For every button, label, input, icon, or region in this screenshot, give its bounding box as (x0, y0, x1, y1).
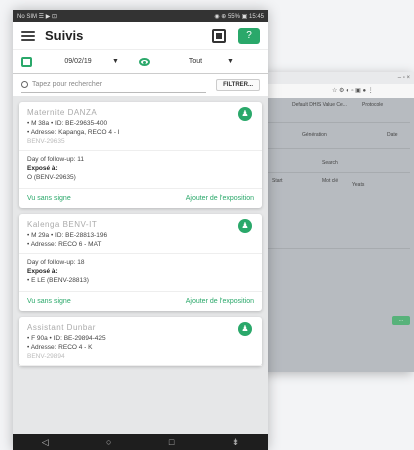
patient-extra: BENV-29635 (27, 138, 65, 145)
eye-icon (138, 57, 150, 66)
chevron-down-icon[interactable]: ▼ (112, 58, 119, 65)
help-button[interactable]: ? (238, 27, 260, 44)
background-content: Default DHIS Value Ce... Protocole Génér… (262, 98, 414, 372)
background-toolbar: ☆ ⚙ ◐ ▫ ▣ ● ⋮ (262, 84, 414, 99)
exposure-label: Exposé à: (27, 165, 58, 172)
date-select[interactable]: 09/02/19 (48, 58, 108, 65)
search-row: Tapez pour rechercher FILTRER... (13, 74, 268, 96)
chevron-down-icon[interactable]: ▼ (227, 58, 234, 65)
phone-screen: No SIM ☰ ▶ ⊡ ◉ ⊕ 55% ▣ 15:45 Suivis ? 09… (13, 10, 268, 450)
status-bar: No SIM ☰ ▶ ⊡ ◉ ⊕ 55% ▣ 15:45 (13, 10, 268, 22)
patient-info: • M 29a • ID: BE-28813-196 (27, 232, 108, 239)
background-titlebar: – ▫ × (262, 72, 414, 84)
background-label: Date (387, 132, 398, 138)
exposure-value: O (BENV-29635) (27, 174, 76, 181)
avatar-icon: ♟ (238, 219, 252, 233)
menu-icon[interactable] (21, 30, 35, 41)
background-divider (268, 172, 410, 173)
scan-icon[interactable] (212, 28, 226, 43)
background-label: Protocole (362, 102, 384, 108)
patient-info: • M 38a • ID: BE-29635-400 (27, 120, 108, 127)
card-header: Kalenga BENV-IT • M 29a • ID: BE-28813-1… (19, 214, 262, 254)
list-item[interactable]: Assistant Dunbar • F 90a • ID: BE-29894-… (19, 317, 262, 366)
recent-apps-icon[interactable]: □ (169, 437, 174, 447)
background-divider (268, 148, 410, 149)
card-header: Assistant Dunbar • F 90a • ID: BE-29894-… (19, 317, 262, 366)
status-right: ◉ ⊕ 55% ▣ 15:45 (214, 13, 264, 20)
filter-bar: 09/02/19 ▼ Tout ▼ (13, 50, 268, 74)
background-label: Mot clé (322, 178, 339, 184)
follow-up-list: Maternite DANZA • M 38a • ID: BE-29635-4… (13, 96, 268, 434)
search-input[interactable]: Tapez pour rechercher (21, 78, 207, 93)
background-label: Start (272, 178, 283, 184)
home-icon[interactable]: ○ (106, 437, 111, 447)
seen-no-sign-button[interactable]: Vu sans signe (27, 298, 71, 305)
app-bar: Suivis ? (13, 22, 268, 50)
calendar-icon[interactable] (21, 56, 32, 67)
card-body: Day of follow-up: 11 Exposé à: O (BENV-2… (19, 151, 262, 189)
nav-menu-icon[interactable]: ⇟ (232, 437, 240, 448)
card-body: Day of follow-up: 18 Exposé à: • E LE (B… (19, 254, 262, 292)
system-nav-bar: ◁ ○ □ ⇟ (13, 434, 268, 450)
background-divider (268, 248, 410, 249)
card-header: Maternite DANZA • M 38a • ID: BE-29635-4… (19, 102, 262, 151)
list-item[interactable]: Maternite DANZA • M 38a • ID: BE-29635-4… (19, 102, 262, 208)
status-left: No SIM ☰ ▶ ⊡ (17, 13, 58, 20)
background-button: ... (392, 316, 410, 325)
patient-name: Kalenga BENV-IT (27, 220, 98, 229)
patient-address: • Adresse: RECO 4 - K (27, 344, 93, 351)
add-exposure-button[interactable]: Ajouter de l'exposition (186, 195, 254, 202)
patient-name: Maternite DANZA (27, 108, 98, 117)
exposure-value: • E LE (BENV-28813) (27, 277, 89, 284)
avatar-icon: ♟ (238, 107, 252, 121)
background-label: Génération (302, 132, 327, 138)
patient-name: Assistant Dunbar (27, 323, 96, 332)
background-label: Default DHIS Value Ce... (292, 102, 347, 108)
avatar-icon: ♟ (238, 322, 252, 336)
background-label: Search (322, 160, 338, 166)
card-actions: Vu sans signe Ajouter de l'exposition (19, 189, 262, 208)
page-title: Suivis (45, 28, 84, 43)
patient-extra: BENV-29894 (27, 353, 65, 360)
search-placeholder: Tapez pour rechercher (32, 81, 103, 88)
back-icon[interactable]: ◁ (42, 437, 49, 448)
patient-address: • Adresse: RECO 6 - MAT (27, 241, 102, 248)
card-actions: Vu sans signe Ajouter de l'exposition (19, 292, 262, 311)
patient-info: • F 90a • ID: BE-29894-425 (27, 335, 106, 342)
background-divider (268, 122, 410, 123)
follow-up-day: Day of follow-up: 11 (27, 156, 84, 163)
list-item[interactable]: Kalenga BENV-IT • M 29a • ID: BE-28813-1… (19, 214, 262, 311)
background-window: – ▫ × ☆ ⚙ ◐ ▫ ▣ ● ⋮ Default DHIS Value C… (262, 72, 414, 372)
filter-button[interactable]: FILTRER... (216, 79, 260, 91)
background-label: Yeats (352, 182, 365, 188)
type-select[interactable]: Tout (168, 58, 223, 65)
search-icon (21, 81, 28, 88)
follow-up-day: Day of follow-up: 18 (27, 259, 85, 266)
exposure-label: Exposé à: (27, 268, 58, 275)
seen-no-sign-button[interactable]: Vu sans signe (27, 195, 71, 202)
patient-address: • Adresse: Kapanga, RECO 4 - I (27, 129, 120, 136)
add-exposure-button[interactable]: Ajouter de l'exposition (186, 298, 254, 305)
